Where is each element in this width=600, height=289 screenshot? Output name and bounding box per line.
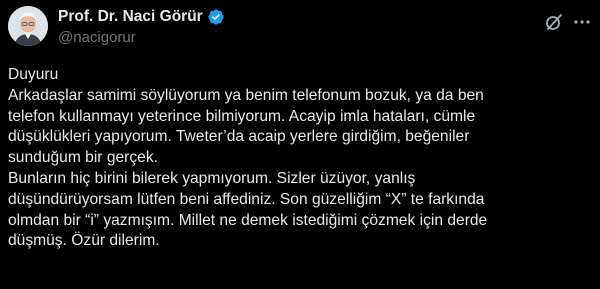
post-text-line: Arkadaşlar samimi söylüyorum ya benim te… [8, 86, 484, 104]
more-options-icon[interactable] [572, 12, 592, 32]
post-text-line: sunduğum bir gerçek. [8, 149, 158, 167]
post-text-line: olmdan bir “i” yazmışım. Millet ne demek… [8, 211, 488, 229]
grok-icon[interactable] [544, 12, 564, 32]
author-names: Prof. Dr. Naci Görür @nacigorur [58, 7, 225, 46]
post-header: Prof. Dr. Naci Görür @nacigorur [8, 6, 592, 54]
post-text-line: düşündürüyorsam lütfen beni affediniz. S… [8, 190, 485, 208]
post: Prof. Dr. Naci Görür @nacigorur Duyuru A… [0, 0, 600, 289]
verified-badge-icon[interactable] [207, 8, 225, 26]
post-text-line: telefon kullanmayı yeterince bilmiyorum.… [8, 107, 476, 125]
name-row: Prof. Dr. Naci Görür [58, 7, 225, 27]
post-text-line: Duyuru [8, 66, 59, 83]
post-text-line: düşmüş. Özür dilerim. [8, 232, 160, 250]
author-display-name[interactable]: Prof. Dr. Naci Görür [58, 8, 203, 26]
author-handle[interactable]: @nacigorur [58, 29, 225, 46]
post-text: Duyuru Arkadaşlar samimi söylüyorum ya b… [8, 65, 592, 252]
avatar[interactable] [8, 6, 48, 46]
post-text-line: düşüklükleri yapıyorum. Tweter’da acaip … [8, 128, 470, 146]
post-text-line: Bunların hiç birini bilerek yapmıyorum. … [8, 169, 416, 187]
